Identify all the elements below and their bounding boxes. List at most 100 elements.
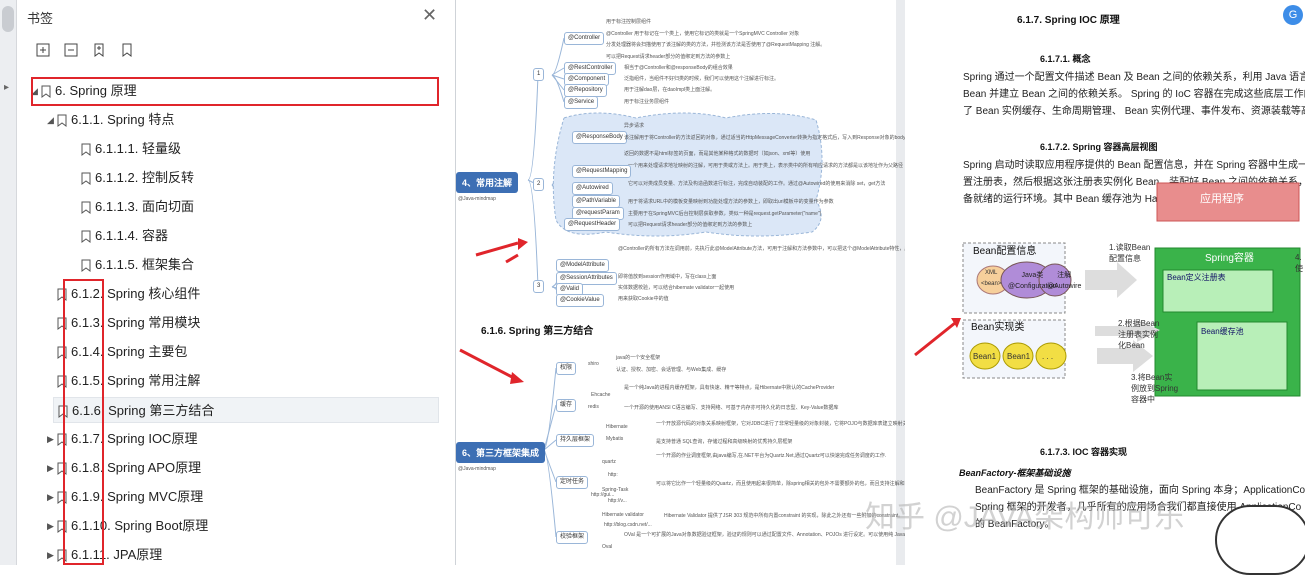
ioc-diagram bbox=[914, 182, 1301, 397]
diagram-label: 4.使 bbox=[1295, 253, 1303, 273]
mm-num-2: 2 bbox=[533, 178, 545, 191]
mindmap-note: 它可以对类成员变量、方法及构造函数进行标注，完成自动装配的工作。通过@Autow… bbox=[628, 181, 886, 187]
diagram-label: XML <bean> bbox=[981, 270, 1002, 287]
document-view: 4、常用注解 @Java-mindmap 1 2 3 @Controller @R… bbox=[456, 0, 1305, 575]
bookmark-panel: 书签 ✕ ◢ 6. Spring 原理 ◢ 6.1.1. Spring 特点 6.1.1… bbox=[17, 0, 456, 565]
bookmark-item[interactable]: 6.1.1.4. 容器 bbox=[17, 223, 456, 249]
bookmark-icon bbox=[57, 114, 67, 127]
diagram-label: Bean1 bbox=[1007, 352, 1031, 361]
mindmap-note: 可以将它比作一个轻量级的Quartz，而且使用起来很简单，除spring相关的包… bbox=[656, 481, 945, 487]
diagram-label: 3.将Bean实 例放到Spring 容器中 bbox=[1131, 373, 1179, 404]
mindmap-note: 分发处理器将会扫描使用了该注解的类的方法，并检测该方法是否使用了@Request… bbox=[606, 42, 826, 48]
left-strip: ▸ bbox=[0, 0, 17, 565]
bookmark-item[interactable]: 6.1.1.5. 框架集合 bbox=[17, 252, 456, 278]
mindmap-leaf: shiro bbox=[588, 361, 599, 367]
mindmap-note: 返回的数据不是html标签的页面，而是其他某种格式的数据时（如json、xml等… bbox=[624, 151, 811, 157]
mindmap-note: 相当于@Controller和@responseBody的组合效果 bbox=[624, 65, 733, 71]
mindmap-leaf: Ehcache bbox=[591, 392, 611, 398]
highlight-box-left bbox=[63, 279, 104, 565]
bookmark-item[interactable]: 6.1.1.3. 面向切面 bbox=[17, 194, 456, 220]
diagram-label: 2.根据Bean 注册表实例 化Bean bbox=[1118, 319, 1160, 350]
mindmap-note: 异步请求 bbox=[624, 123, 645, 129]
app-badge-icon[interactable]: G bbox=[1283, 5, 1303, 25]
mindmap-node: @Autowired bbox=[572, 182, 613, 195]
mindmap-note: 主要用于在SpringMVC后台控制层获取参数，类似一种是request.get… bbox=[628, 211, 822, 217]
highlight-box-top bbox=[31, 77, 439, 106]
expand-arrow-icon[interactable]: ▸ bbox=[4, 82, 9, 93]
mindmap-note: 用于将请求URL中的模板变量映射到功能处理方法的参数上，即取出uri模板中的变量… bbox=[628, 199, 834, 205]
mindmap-sub: @Java-mindmap bbox=[458, 196, 496, 202]
mindmap-node: @RequestMapping bbox=[572, 165, 632, 178]
add-bookmark-icon[interactable] bbox=[91, 42, 107, 58]
expand-arrow-icon[interactable]: ▶ bbox=[47, 426, 54, 452]
mindmap-note: 是支持普通 SQL查询，存储过程和高级映射的优秀持久层框架 bbox=[656, 439, 793, 445]
mindmap-note: 实体数据校验，可以结合hibernate validator一起使用 bbox=[618, 285, 735, 291]
mindmap-leaf: redis bbox=[588, 404, 599, 410]
diagram-label: 应用程序 bbox=[1200, 193, 1244, 205]
bookmark-icon bbox=[81, 230, 91, 243]
mindmap-note: 一个开源的使用ANSI C语言编写、支持网络、可基于内存亦可持久化的日志型、Ke… bbox=[624, 405, 839, 411]
mindmap-root-thirdparty: 6、第三方框架集成 bbox=[456, 442, 546, 463]
mindmap-url: http://v... bbox=[608, 498, 627, 504]
mindmap-node: @Service bbox=[564, 96, 599, 109]
collapse-all-icon[interactable] bbox=[63, 42, 79, 58]
mindmap-node: @Controller bbox=[564, 32, 605, 45]
mindmap-note: 泛指组件，当组件不好归类的时候，我们可以使用这个注解进行标注。 bbox=[624, 76, 780, 82]
mindmap-node: 缓存 bbox=[556, 399, 577, 412]
expand-arrow-icon[interactable]: ▶ bbox=[47, 542, 54, 568]
mindmap-url: http://blog.csdn.net/... bbox=[604, 522, 652, 528]
collapse-arrow-icon[interactable]: ◢ bbox=[47, 107, 54, 133]
mindmap-note: 可以把Request请求header部分的值绑定到方法的参数上 bbox=[606, 54, 731, 60]
mindmap-node: 权限 bbox=[556, 362, 577, 375]
mindmap-note: 该注解用于将Controller的方法返回的对象，通过适当的HttpMessag… bbox=[624, 135, 926, 141]
diagram-label: Bean缓存池 bbox=[1201, 327, 1244, 336]
bookmark-label: 6.1.1.4. 容器 bbox=[95, 228, 168, 243]
bookmark-icon bbox=[81, 143, 91, 156]
page-left: 4、常用注解 @Java-mindmap 1 2 3 @Controller @R… bbox=[456, 0, 1186, 565]
bookmark-item[interactable]: 6.1.1.2. 控制反转 bbox=[17, 165, 456, 191]
mindmap-leaf: Mybatis bbox=[606, 436, 624, 442]
diagram-label: 注解 @Autowire bbox=[1047, 272, 1082, 290]
bookmark-item[interactable]: 6.1.1.1. 轻量级 bbox=[17, 136, 456, 162]
mindmap-url: http: bbox=[608, 472, 618, 478]
mindmap-note: java的一个安全框架 bbox=[616, 355, 661, 361]
mindmap-node: 持久层框架 bbox=[556, 434, 595, 447]
mindmap-leaf: Hibernate bbox=[606, 424, 628, 430]
close-icon[interactable]: ✕ bbox=[422, 5, 437, 26]
expand-arrow-icon[interactable]: ▶ bbox=[47, 513, 54, 539]
diagram-label: Bean定义注册表 bbox=[1167, 273, 1226, 282]
mindmap-leaf: Oval bbox=[602, 544, 613, 550]
mindmap-root-annotations: 4、常用注解 bbox=[456, 172, 519, 193]
bookmark-item[interactable]: ◢ 6.1.1. Spring 特点 bbox=[17, 107, 456, 133]
expand-arrow-icon[interactable]: ▶ bbox=[47, 455, 54, 481]
expand-arrow-icon[interactable]: ▶ bbox=[47, 484, 54, 510]
ioc-impl-heading: 6.1.7.3. IOC 容器实现 bbox=[1040, 447, 1128, 457]
mindmap-note: 可以把Request请求header部分的值绑定到方法的参数上 bbox=[628, 222, 753, 228]
page-right: 6.1.7. Spring IOC 原理 6.1.7.1. 概念 Spring … bbox=[865, 0, 1305, 575]
mindmap-node: @CookieValue bbox=[556, 294, 604, 307]
bookmark-icon bbox=[81, 172, 91, 185]
watermark: 知乎 @JAVA架构师可乐 bbox=[865, 501, 1185, 534]
panel-title: 书签 bbox=[27, 11, 54, 26]
diagram-label: Bean配置信息 bbox=[973, 246, 1037, 257]
diagram-label: Spring容器 bbox=[1205, 253, 1254, 264]
bookmark-label: 6.1.1.1. 轻量级 bbox=[95, 141, 181, 156]
bookmark-icon[interactable] bbox=[119, 42, 135, 58]
bookmark-label: 6.1.1.3. 面向切面 bbox=[95, 199, 194, 214]
mindmap-note: 用于注解dao层，在daoImpl类上面注解。 bbox=[624, 87, 716, 93]
mindmap-note: 一个开源的作业调度框架,由java编写,在.NET平台为Quartz.Net,通… bbox=[656, 453, 887, 459]
scroll-thumb[interactable] bbox=[2, 6, 14, 32]
mindmap-node: @ResponseBody bbox=[572, 131, 627, 144]
mindmap-note: 即将值放到session作用域中，写在class上面 bbox=[618, 274, 717, 280]
section-title: 6.1.6. Spring 第三方结合 bbox=[481, 326, 594, 337]
mindmap-leaf: quartz bbox=[602, 459, 616, 465]
diagram-label: 1.读取Bean 配置信息 bbox=[1109, 243, 1151, 263]
expand-all-icon[interactable] bbox=[35, 42, 51, 58]
mindmap-leaf: Hibernate validator bbox=[602, 512, 644, 518]
bookmark-item[interactable]: 6.1.6. Spring 第三方结合 bbox=[53, 397, 439, 423]
mindmap-note: @Controller 用于标记在一个类上，使用它标记的类就是一个SpringM… bbox=[606, 31, 800, 37]
mindmap-node: @ModelAttribute bbox=[556, 259, 609, 272]
mindmap-note: 一个用来处理请求地址映射的注解，可用于类或方法上。用于类上，表示类中的所有响应请… bbox=[628, 163, 904, 169]
mindmap-note: 用于标注控制层组件 bbox=[606, 19, 652, 25]
diagram-label: Bean1 bbox=[973, 352, 997, 361]
